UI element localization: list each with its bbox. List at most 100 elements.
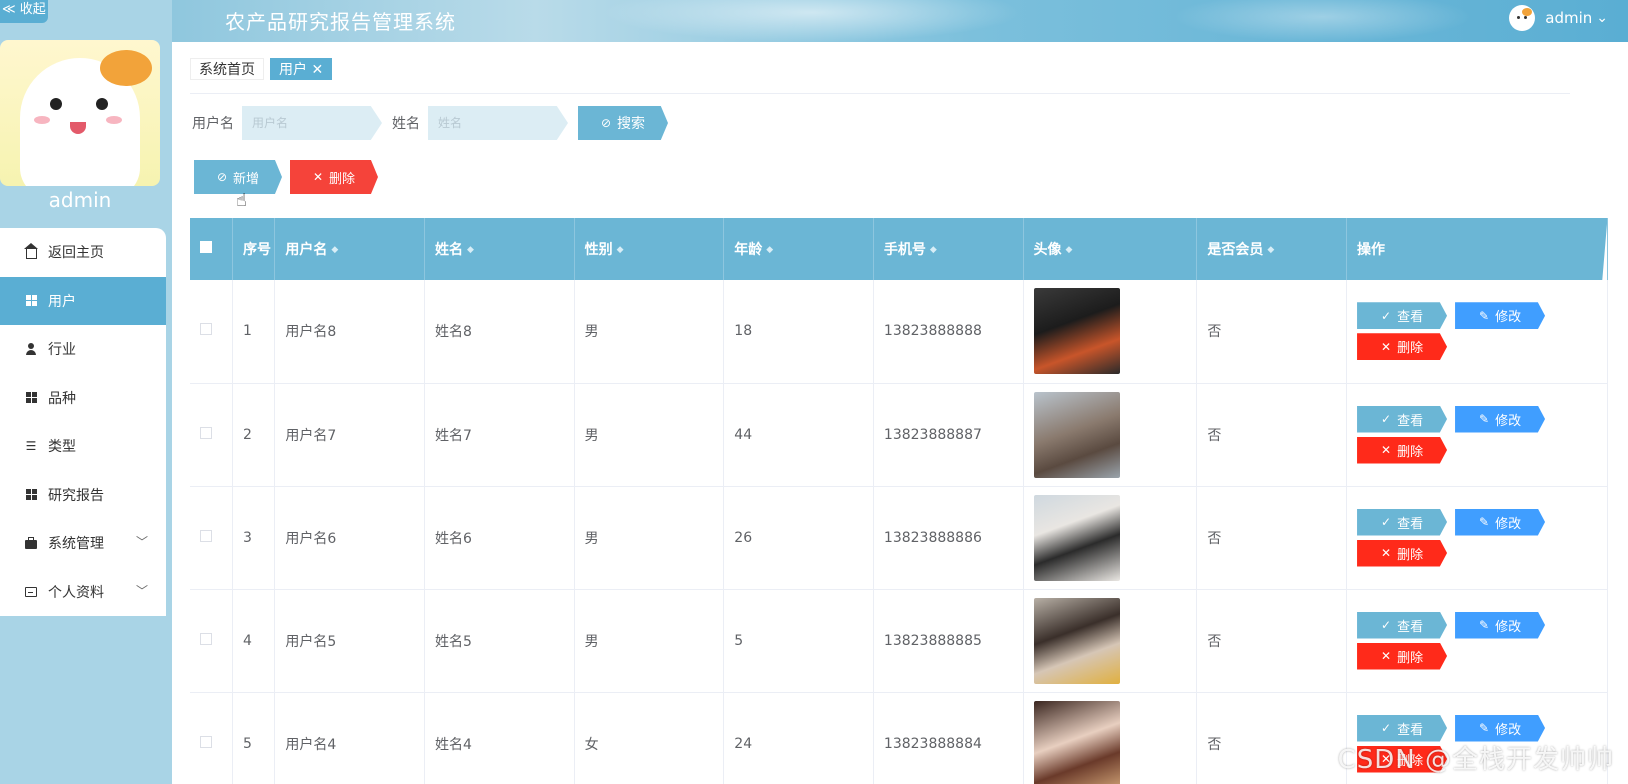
row-select-cell[interactable] — [190, 383, 233, 487]
sidebar-item-label: 类型 — [48, 439, 76, 456]
avatar-photo[interactable] — [1033, 700, 1120, 784]
check-icon: ✓ — [1381, 515, 1392, 529]
delete-button[interactable]: ✕ 删除 — [1357, 539, 1448, 567]
edit-button[interactable]: ✎ 修改 — [1455, 714, 1546, 742]
edit-button[interactable]: ✎ 修改 — [1455, 405, 1546, 433]
column-header[interactable]: 姓名 ◆ — [424, 218, 575, 280]
sidebar-item-users[interactable]: 用户 — [0, 276, 166, 325]
check-icon: ✓ — [1381, 721, 1392, 735]
column-header: 序号 — [232, 218, 276, 280]
sidebar-item-industry[interactable]: 行业 — [0, 325, 166, 374]
sidebar-item-home[interactable]: 返回主页 — [0, 228, 166, 277]
avatar-photo[interactable] — [1033, 391, 1120, 478]
column-header-label: 手机号 — [883, 242, 926, 258]
column-header[interactable]: 是否会员 ◆ — [1196, 218, 1348, 280]
avatar-cell — [1023, 486, 1198, 590]
avatar-cell — [1023, 589, 1198, 693]
sort-icon[interactable]: ◆ — [331, 245, 338, 255]
index-cell: 1 — [232, 280, 276, 384]
avatar-photo[interactable] — [1033, 597, 1120, 684]
column-header-label: 是否会员 — [1207, 242, 1264, 258]
delete-button[interactable]: ✕ 删除 — [1357, 642, 1448, 670]
username-label: 用户名 — [192, 116, 234, 132]
column-header[interactable]: 年龄 ◆ — [723, 218, 874, 280]
select-all-checkbox[interactable] — [200, 241, 212, 253]
name-cell: 姓名8 — [424, 280, 575, 384]
search-button[interactable]: ⊘ 搜索 — [578, 106, 668, 140]
tab-home[interactable]: 系统首页 — [190, 58, 264, 80]
column-header[interactable]: 手机号 ◆ — [873, 218, 1024, 280]
add-button[interactable]: ⊘ 新增 — [194, 160, 282, 194]
avatar — [1509, 5, 1536, 31]
sidebar-item-system[interactable]: 系统管理 ﹀ — [0, 519, 166, 568]
view-button[interactable]: ✓ 查看 — [1357, 302, 1448, 330]
collapse-button[interactable]: ≪ 收起 — [0, 0, 48, 23]
sliders-icon: ☰ — [25, 439, 37, 454]
gender-cell: 男 — [574, 280, 725, 384]
view-button[interactable]: ✓ 查看 — [1357, 611, 1448, 639]
sort-icon[interactable]: ◆ — [1066, 245, 1073, 255]
row-checkbox[interactable] — [200, 529, 212, 542]
operations-cell: ✓ 查看 ✎ 修改 ✕ 删除 — [1346, 280, 1608, 384]
avatar-photo[interactable] — [1033, 288, 1120, 375]
username-cell: 用户名4 — [274, 692, 426, 784]
name-cell: 姓名6 — [424, 486, 575, 590]
sidebar-item-variety[interactable]: 品种 — [0, 374, 166, 423]
edit-button[interactable]: ✎ 修改 — [1455, 611, 1546, 639]
view-button[interactable]: ✓ 查看 — [1357, 714, 1448, 742]
avatar-photo[interactable] — [1033, 494, 1120, 581]
app-title: 农产品研究报告管理系统 — [225, 10, 456, 34]
column-header[interactable]: 用户名 ◆ — [274, 218, 426, 280]
user-menu[interactable]: admin ⌄ — [1509, 4, 1608, 32]
gender-cell: 男 — [574, 486, 725, 590]
close-icon: ✕ — [1381, 339, 1392, 354]
sidebar: admin 返回主页 用户 行业 品种 ☰ 类型 研究报告 系统管理 ﹀ 个人资… — [0, 0, 172, 784]
row-checkbox[interactable] — [200, 735, 212, 748]
batch-delete-button[interactable]: ✕ 删除 — [290, 160, 378, 194]
view-button[interactable]: ✓ 查看 — [1357, 405, 1448, 433]
chevron-down-icon: ﹀ — [135, 535, 148, 549]
sort-icon[interactable]: ◆ — [467, 245, 474, 255]
delete-button[interactable]: ✕ 删除 — [1357, 436, 1448, 464]
sidebar-item-profile[interactable]: 个人资料 ﹀ — [0, 568, 166, 617]
sort-icon[interactable]: ◆ — [1267, 245, 1274, 255]
sort-icon[interactable]: ◆ — [930, 245, 937, 255]
gender-cell: 女 — [574, 692, 725, 784]
age-cell: 18 — [723, 280, 874, 384]
grid-icon — [24, 294, 38, 308]
row-select-cell[interactable] — [190, 692, 233, 784]
row-checkbox[interactable] — [200, 426, 212, 439]
phone-cell: 13823888884 — [873, 692, 1024, 784]
delete-button[interactable]: ✕ 删除 — [1357, 333, 1448, 361]
row-select-cell[interactable] — [190, 589, 233, 693]
member-cell: 否 — [1196, 589, 1348, 693]
edit-button[interactable]: ✎ 修改 — [1455, 302, 1546, 330]
row-select-cell[interactable] — [190, 280, 233, 384]
view-button[interactable]: ✓ 查看 — [1357, 508, 1448, 536]
column-header-label: 年龄 — [734, 242, 763, 258]
row-checkbox[interactable] — [200, 323, 212, 336]
select-all-cell[interactable] — [190, 218, 233, 280]
check-icon: ✓ — [1381, 412, 1392, 426]
pencil-icon: ✎ — [1479, 721, 1490, 735]
name-input[interactable] — [428, 106, 568, 140]
column-header[interactable]: 头像 ◆ — [1023, 218, 1198, 280]
sidebar-item-label: 返回主页 — [48, 245, 104, 262]
main-content: 系统首页 用户 ✕ 用户名 姓名 ⊘ 搜索 ⊘ 新增 ✕ 删除 — [172, 42, 1628, 784]
sidebar-item-reports[interactable]: 研究报告 — [0, 471, 166, 520]
edit-button-label: 修改 — [1495, 310, 1522, 326]
member-cell: 否 — [1196, 692, 1348, 784]
check-circle-icon: ⊘ — [216, 170, 228, 184]
username-input[interactable] — [242, 106, 382, 140]
person-icon — [24, 342, 38, 356]
column-header[interactable]: 性别 ◆ — [574, 218, 725, 280]
tab-users[interactable]: 用户 ✕ — [270, 58, 333, 80]
sort-icon[interactable]: ◆ — [766, 245, 773, 255]
row-checkbox[interactable] — [200, 632, 212, 645]
username-cell: 用户名8 — [274, 280, 426, 384]
edit-button[interactable]: ✎ 修改 — [1455, 508, 1546, 536]
row-select-cell[interactable] — [190, 486, 233, 590]
sidebar-item-type[interactable]: ☰ 类型 — [0, 422, 166, 471]
sort-icon[interactable]: ◆ — [617, 245, 624, 255]
member-cell: 否 — [1196, 486, 1348, 590]
